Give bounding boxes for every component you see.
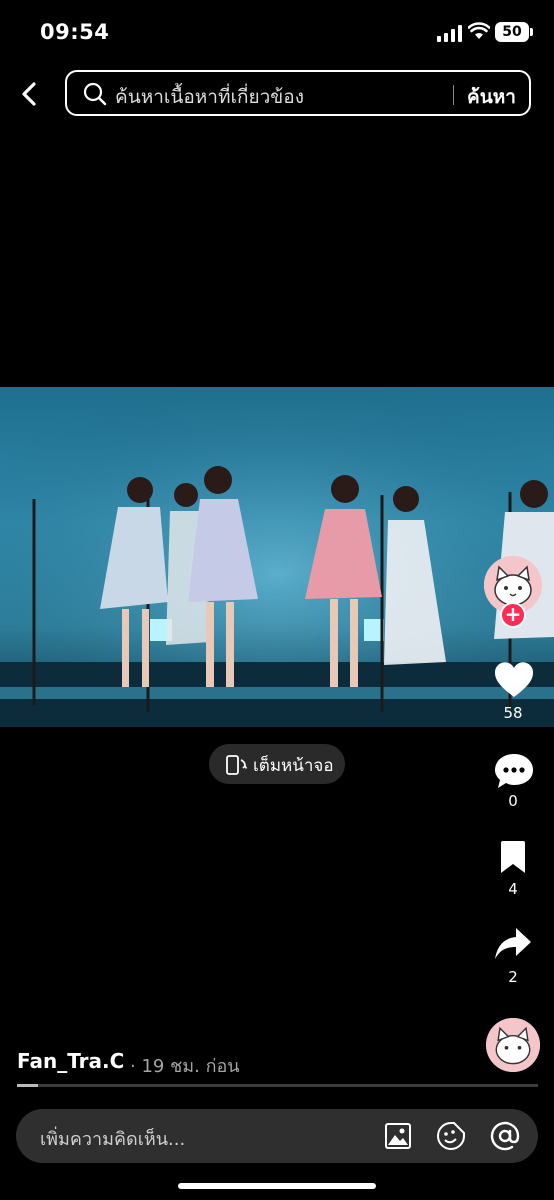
emoji-icon[interactable] (436, 1121, 466, 1151)
battery-tip (530, 28, 533, 36)
cellular-signal-icon (437, 24, 463, 42)
cat-avatar-image (486, 1018, 540, 1072)
search-icon (83, 82, 107, 106)
at-icon[interactable] (490, 1121, 520, 1151)
status-bar: 09:54 50 (0, 0, 554, 64)
sound-disc-avatar[interactable] (486, 1018, 540, 1072)
heart-icon[interactable] (494, 662, 534, 698)
video-progress-fill (17, 1084, 38, 1087)
video-progress-track[interactable] (17, 1084, 538, 1087)
comment-bubble-icon[interactable] (494, 752, 534, 790)
share-arrow-icon[interactable] (494, 926, 532, 962)
fullscreen-label: เต็มหน้าจอ (253, 756, 334, 776)
like-count: 58 (503, 704, 523, 722)
comment-input[interactable]: เพิ่มความคิดเห็น... (16, 1109, 538, 1163)
chevron-left-icon[interactable] (14, 76, 48, 112)
author-username[interactable]: Fan_Tra.C (17, 1049, 124, 1073)
video-player[interactable] (0, 387, 554, 727)
follow-plus-button[interactable]: + (500, 602, 526, 628)
image-icon[interactable] (384, 1122, 412, 1150)
search-placeholder: ค้นหาเนื้อหาที่เกี่ยวข้อง (115, 86, 304, 108)
battery-icon: 50 (495, 22, 529, 42)
fullscreen-button[interactable]: เต็มหน้าจอ (209, 744, 345, 784)
status-time: 09:54 (40, 20, 110, 44)
comment-placeholder: เพิ่มความคิดเห็น... (40, 1129, 186, 1150)
home-indicator (178, 1183, 376, 1189)
rotate-phone-icon (226, 755, 247, 775)
save-count: 4 (508, 880, 518, 898)
bookmark-icon[interactable] (498, 840, 528, 874)
share-count: 2 (508, 968, 518, 986)
wifi-icon (468, 22, 490, 39)
post-timestamp: · 19 ชม. ก่อน (130, 1056, 240, 1077)
search-button[interactable]: ค้นหา (467, 82, 516, 112)
concert-stage-video (0, 387, 554, 727)
search-divider (453, 85, 454, 105)
search-input[interactable]: ค้นหาเนื้อหาที่เกี่ยวข้อง ค้นหา (65, 70, 531, 116)
comment-count: 0 (508, 792, 518, 810)
